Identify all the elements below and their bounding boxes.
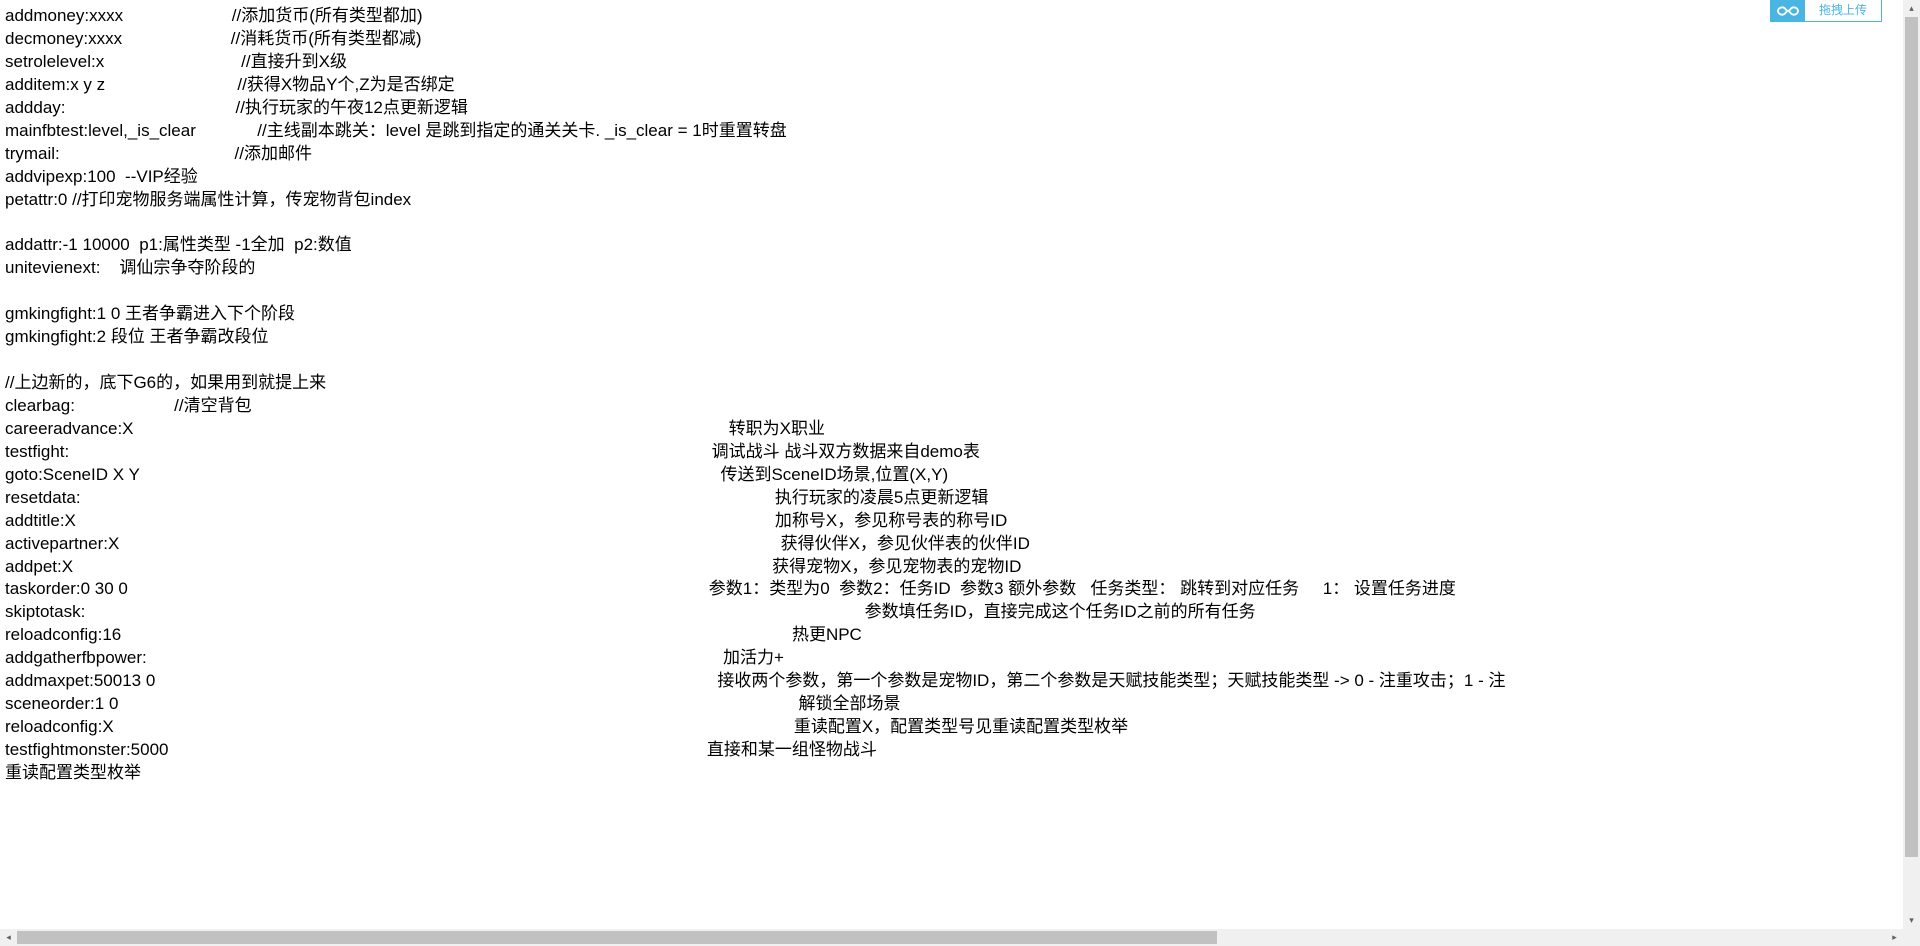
text-line: skiptotask: 参数填任务ID，直接完成这个任务ID之前的所有任 <box>5 601 1915 624</box>
upload-icon <box>1771 0 1805 21</box>
scroll-down-icon[interactable]: ▾ <box>1903 912 1920 929</box>
hscroll-track[interactable] <box>17 929 1886 946</box>
hscroll-thumb[interactable] <box>17 931 1217 944</box>
text-line: setrolelevel:x //直接升到X级 <box>5 51 1915 74</box>
text-line: testfight: 调试战斗 战斗双方数据来自demo表 <box>5 441 1915 464</box>
text-line: activepartner:X 获得伙伴X，参见伙伴表的伙伴ID <box>5 533 1915 556</box>
scroll-right-icon[interactable]: ▸ <box>1886 929 1903 946</box>
text-line: addvipexp:100 --VIP经验 <box>5 166 1915 189</box>
text-line: reloadconfig:X 重读配置X，配置类型号见重读配置类型枚举 <box>5 716 1915 739</box>
text-line: addmoney:xxxx //添加货币(所有类型都加) <box>5 5 1915 28</box>
vscroll-track[interactable] <box>1903 17 1920 912</box>
text-line: clearbag: //清空背包 <box>5 395 1915 418</box>
text-line: mainfbtest:level,_is_clear //主线副本跳关：leve… <box>5 120 1915 143</box>
upload-label: 拖拽上传 <box>1805 0 1881 21</box>
document-content: addmoney:xxxx //添加货币(所有类型都加)decmoney:xxx… <box>0 0 1920 922</box>
text-line: petattr:0 //打印宠物服务端属性计算，传宠物背包index <box>5 189 1915 212</box>
text-line: gmkingfight:2 段位 王者争霸改段位 <box>5 326 1915 349</box>
text-line: unitevienext: 调仙宗争夺阶段的 <box>5 257 1915 280</box>
text-line: reloadconfig:16 热更NPC <box>5 624 1915 647</box>
text-line <box>5 211 1915 234</box>
text-line: trymail: //添加邮件 <box>5 143 1915 166</box>
text-line: taskorder:0 30 0 参数1：类型为0 参数2：任务ID 参数3 额… <box>5 578 1915 601</box>
vscroll-thumb[interactable] <box>1905 17 1918 857</box>
text-line: sceneorder:1 0 解锁全部场景 <box>5 693 1915 716</box>
text-line: //上边新的，底下G6的，如果用到就提上来 <box>5 372 1915 395</box>
vertical-scrollbar[interactable]: ▴ ▾ <box>1903 0 1920 929</box>
scrollbar-corner <box>1903 929 1920 946</box>
upload-widget[interactable]: 拖拽上传 <box>1770 0 1882 22</box>
text-line: addtitle:X 加称号X，参见称号表的称号ID <box>5 510 1915 533</box>
text-line: 重读配置类型枚举 <box>5 762 1915 785</box>
horizontal-scrollbar[interactable]: ◂ ▸ <box>0 929 1903 946</box>
text-line: decmoney:xxxx //消耗货币(所有类型都减) <box>5 28 1915 51</box>
text-line: addgatherfbpower: 加活力+ <box>5 647 1915 670</box>
text-line: addattr:-1 10000 p1:属性类型 -1全加 p2:数值 <box>5 234 1915 257</box>
text-line <box>5 280 1915 303</box>
text-line: addmaxpet:50013 0 接收两个参数，第一个参数是宠物ID，第二个参… <box>5 670 1915 693</box>
text-line: addpet:X 获得宠物X，参见宠物表的宠物ID <box>5 556 1915 579</box>
infinity-icon <box>1777 4 1799 18</box>
text-line: addday: //执行玩家的午夜12点更新逻辑 <box>5 97 1915 120</box>
text-line: gmkingfight:1 0 王者争霸进入下个阶段 <box>5 303 1915 326</box>
text-line: testfightmonster:5000 直接和某一组怪物战斗 <box>5 739 1915 762</box>
text-line: resetdata: 执行玩家的凌晨5点更新逻辑 <box>5 487 1915 510</box>
text-line: goto:SceneID X Y 传送到SceneID场景,位置(X,Y) <box>5 464 1915 487</box>
scroll-left-icon[interactable]: ◂ <box>0 929 17 946</box>
text-line: careeradvance:X 转职为X职业 <box>5 418 1915 441</box>
scroll-up-icon[interactable]: ▴ <box>1903 0 1920 17</box>
text-line <box>5 349 1915 372</box>
text-line: additem:x y z //获得X物品Y个,Z为是否绑定 <box>5 74 1915 97</box>
